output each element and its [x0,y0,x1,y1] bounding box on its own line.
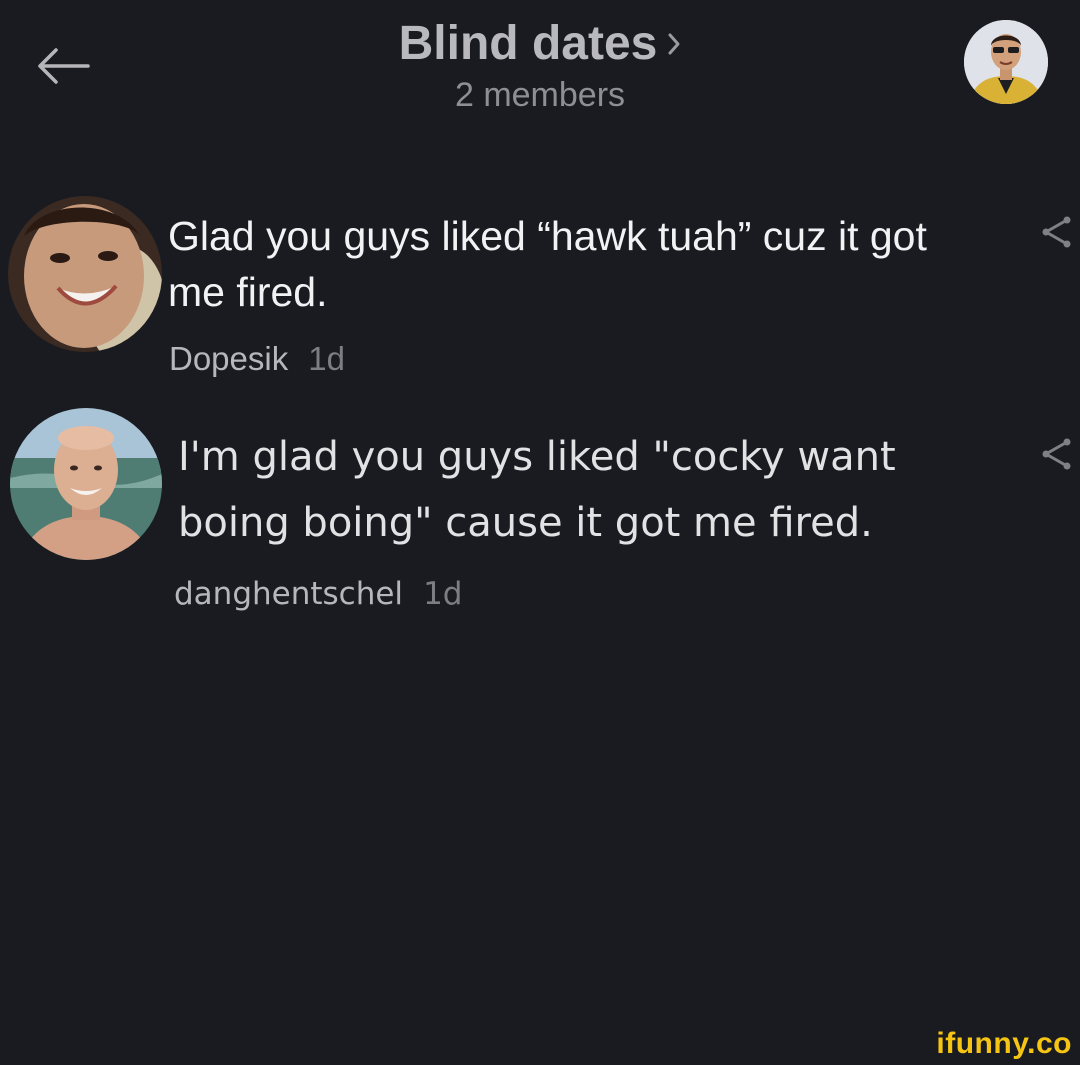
username[interactable]: Dopesik [169,340,288,378]
message-item: Glad you guys liked “hawk tuah” cuz it g… [0,196,1080,396]
share-icon [1042,438,1071,470]
header-avatar[interactable] [964,20,1048,104]
timestamp: 1d [308,340,345,377]
avatar-icon [8,196,162,352]
chat-header: Blind dates 2 members [0,0,1080,150]
message-text: I'm glad you guys liked "cocky want boin… [178,434,896,546]
username[interactable]: danghentschel [174,576,403,612]
message-text: Glad you guys liked “hawk tuah” cuz it g… [168,213,927,315]
share-button[interactable] [1034,210,1078,254]
group-title: Blind dates [398,17,658,70]
timestamp: 1d [423,576,463,612]
message-meta: Dopesik 1d [169,340,345,378]
title-area: Blind dates [0,16,1080,71]
user-avatar[interactable] [10,408,162,560]
avatar-icon [964,20,1048,104]
ifunny-watermark: ifunny.co [936,1027,1072,1060]
chevron-right-icon [667,32,681,56]
share-button[interactable] [1034,432,1078,476]
user-avatar[interactable] [8,196,162,352]
group-title-button[interactable]: Blind dates [399,16,682,71]
avatar-icon [10,408,162,560]
share-icon [1042,216,1071,248]
message-item: I'm glad you guys liked "cocky want boin… [0,408,1080,638]
message-meta: danghentschel 1d [174,576,462,612]
member-count: 2 members [454,76,626,114]
